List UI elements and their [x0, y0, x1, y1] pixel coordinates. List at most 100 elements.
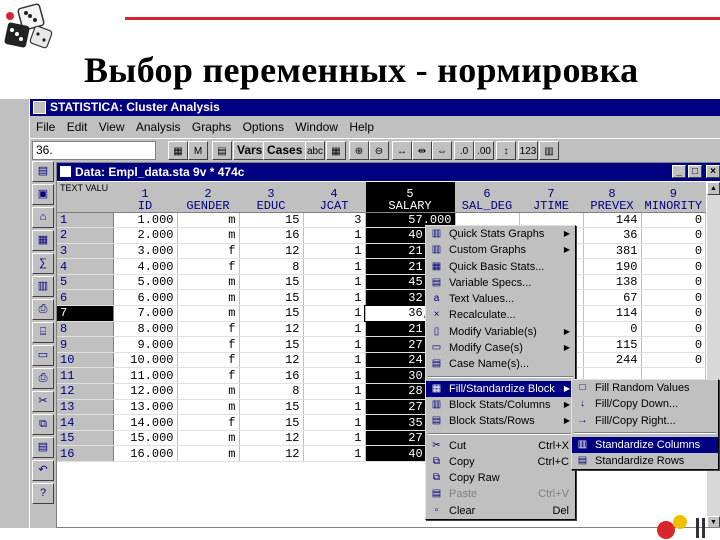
cell-jcat[interactable]: 1 — [303, 383, 366, 400]
menu-item-standardize-rows[interactable]: ▤ Standardize Rows — [572, 453, 718, 469]
cell-educ[interactable]: 15 — [239, 289, 304, 307]
column-header-sal-deg[interactable]: 6 SAL_DEG — [455, 182, 520, 213]
cell-minority[interactable]: 0 — [641, 227, 707, 244]
cell-jcat[interactable]: 1 — [303, 367, 366, 385]
open-data-icon[interactable]: ▤ — [32, 161, 54, 182]
cell-jcat[interactable]: 3 — [303, 212, 366, 229]
menu-item-paste[interactable]: ▤ Paste Ctrl+V — [426, 486, 575, 502]
cell-id[interactable]: 2.000 — [113, 227, 178, 244]
cell-prevex[interactable]: 144 — [583, 212, 642, 229]
row-number[interactable]: 16 — [57, 445, 114, 462]
cell-gender[interactable]: f — [177, 367, 240, 385]
menu-graphs[interactable]: Graphs — [192, 118, 231, 137]
menu-item-block-stats-rows[interactable]: ▤ Block Stats/Rows ▶ — [426, 413, 575, 429]
cell-jcat[interactable]: 1 — [303, 227, 366, 244]
cell-jcat[interactable]: 1 — [303, 289, 366, 307]
cell-jcat[interactable]: 1 — [303, 336, 366, 353]
cell-jcat[interactable]: 1 — [303, 305, 366, 322]
cell-prevex[interactable]: 190 — [583, 258, 642, 275]
column-header-minority[interactable]: 9 MINORITY — [641, 182, 707, 213]
row-number[interactable]: 9 — [57, 336, 114, 353]
cell-gender[interactable]: m — [177, 274, 240, 291]
menu-item-fill-copy-right[interactable]: → Fill/Copy Right... — [572, 413, 718, 429]
column-header-id[interactable]: 1 ID — [113, 182, 178, 213]
narrow-column-icon[interactable]: ⇹ — [412, 141, 432, 160]
cell-educ[interactable]: 15 — [239, 212, 304, 229]
graph-icon[interactable]: ▥ — [539, 141, 559, 160]
menu-item-recalculate[interactable]: × Recalculate... — [426, 307, 575, 323]
column-header-prevex[interactable]: 8 PREVEX — [583, 182, 642, 213]
analysis-icon[interactable]: ∑ — [32, 253, 54, 274]
cell-prevex[interactable]: 244 — [583, 352, 642, 369]
menu-item-quick-basic-stats[interactable]: ▦ Quick Basic Stats... — [426, 259, 575, 275]
cell-minority[interactable]: 0 — [641, 336, 707, 353]
cell-gender[interactable]: m — [177, 212, 240, 229]
fit-column-icon[interactable]: ⇔ — [432, 141, 452, 160]
vars-button[interactable]: Vars — [233, 141, 267, 160]
row-number[interactable]: 7 — [57, 305, 114, 322]
menu-item-cut[interactable]: ✂ Cut Ctrl+X — [426, 438, 575, 454]
cell-minority[interactable]: 0 — [641, 321, 707, 338]
menu-item-quick-stats-graphs[interactable]: ▥ Quick Stats Graphs ▶ — [426, 226, 575, 242]
cell-id[interactable]: 13.000 — [113, 399, 178, 416]
menu-item-block-stats-columns[interactable]: ▥ Block Stats/Columns ▶ — [426, 397, 575, 413]
cell-id[interactable]: 16.000 — [113, 445, 178, 462]
menu-analysis[interactable]: Analysis — [136, 118, 181, 137]
cell-id[interactable]: 15.000 — [113, 430, 178, 447]
cell-gender[interactable]: m — [177, 399, 240, 416]
cell-prevex[interactable]: 381 — [583, 243, 642, 260]
grid-icon[interactable]: ▦ — [168, 141, 188, 160]
print-preview-icon[interactable]: ⎙ — [32, 299, 54, 320]
grid-view-icon[interactable]: ▦ — [326, 141, 346, 160]
cell-educ[interactable]: 8 — [239, 383, 304, 400]
remove-decimal-icon[interactable]: .00 — [474, 141, 494, 160]
cell-gender[interactable]: m — [177, 305, 240, 322]
menu-item-fill-random-values[interactable]: □ Fill Random Values — [572, 380, 718, 396]
row-number[interactable]: 1 — [57, 212, 114, 229]
cell-minority[interactable]: 0 — [641, 274, 707, 291]
cell-jcat[interactable]: 1 — [303, 258, 366, 275]
cell-gender[interactable]: f — [177, 258, 240, 275]
help-icon[interactable]: ? — [32, 483, 54, 504]
cell-gender[interactable]: f — [177, 414, 240, 431]
row-number[interactable]: 15 — [57, 430, 114, 447]
cell-jcat[interactable]: 1 — [303, 243, 366, 260]
cell-gender[interactable]: f — [177, 243, 240, 260]
sort-icon[interactable]: ↕ — [496, 141, 516, 160]
cases-button[interactable]: Cases — [263, 141, 307, 160]
menu-item-modify-variable-s[interactable]: ▯ Modify Variable(s) ▶ — [426, 324, 575, 340]
cell-minority[interactable]: 0 — [641, 212, 707, 229]
menu-window[interactable]: Window — [295, 118, 338, 137]
row-number[interactable]: 11 — [57, 367, 114, 385]
corner-cell[interactable]: TEXT VALU — [57, 182, 114, 213]
close-button[interactable]: × — [706, 165, 720, 178]
cell-gender[interactable]: m — [177, 430, 240, 447]
cell-educ[interactable]: 15 — [239, 399, 304, 416]
cell-jcat[interactable]: 1 — [303, 352, 366, 369]
spreadsheet-icon[interactable]: ▦ — [32, 230, 54, 251]
cell-gender[interactable]: m — [177, 289, 240, 307]
column-header-gender[interactable]: 2 GENDER — [177, 182, 240, 213]
save-icon[interactable]: ▭ — [32, 345, 54, 366]
menu-item-variable-specs[interactable]: ▤ Variable Specs... — [426, 275, 575, 291]
cell-educ[interactable]: 15 — [239, 274, 304, 291]
cell-id[interactable]: 3.000 — [113, 243, 178, 260]
cell-minority[interactable]: 0 — [641, 258, 707, 275]
cell-prevex[interactable]: 114 — [583, 305, 642, 322]
cell-jcat[interactable]: 1 — [303, 399, 366, 416]
doc-icon[interactable]: ▤ — [212, 141, 232, 160]
cell-educ[interactable]: 15 — [239, 305, 304, 322]
menu-item-text-values[interactable]: a Text Values... — [426, 291, 575, 307]
cell-id[interactable]: 7.000 — [113, 305, 178, 322]
column-header-jtime[interactable]: 7 JTIME — [519, 182, 584, 213]
menu-item-standardize-columns[interactable]: ▥ Standardize Columns — [572, 436, 718, 454]
cell-gender[interactable]: f — [177, 321, 240, 338]
cell-minority[interactable]: 0 — [641, 352, 707, 369]
cell-id[interactable]: 9.000 — [113, 336, 178, 353]
cell-educ[interactable]: 16 — [239, 367, 304, 385]
row-number[interactable]: 8 — [57, 321, 114, 338]
minimize-button[interactable]: _ — [672, 165, 686, 178]
cell-minority[interactable]: 0 — [641, 305, 707, 322]
case-numbers-icon[interactable]: 123 — [518, 141, 538, 160]
row-number[interactable]: 3 — [57, 243, 114, 260]
